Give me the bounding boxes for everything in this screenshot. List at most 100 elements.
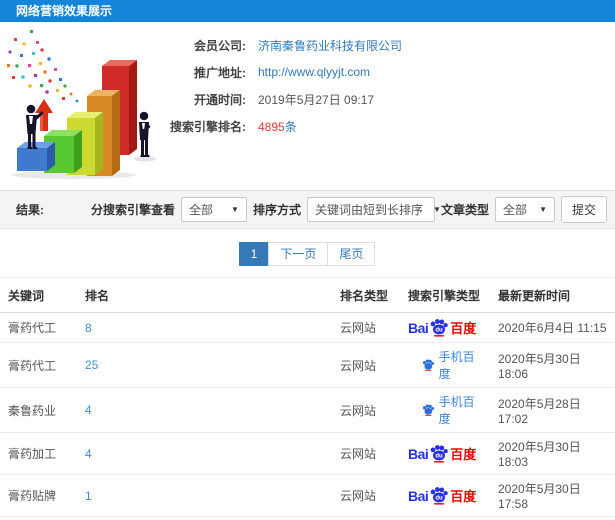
chevron-down-icon: ▼	[432, 205, 441, 214]
chevron-down-icon: ▼	[231, 205, 239, 214]
chevron-down-icon: ▼	[539, 205, 547, 214]
updated-time-cell: 2020年5月30日 18:06	[490, 342, 615, 388]
col-rank-type: 排名类型	[332, 277, 400, 313]
baidu-pc-logo: Bai du 百度	[408, 487, 477, 505]
engine-filter-label: 分搜索引擎查看	[90, 203, 175, 217]
svg-text:du: du	[436, 328, 444, 334]
pagination: 1 下一页 尾页	[0, 229, 615, 277]
page-1-button[interactable]: 1	[238, 242, 270, 266]
filter-bar: 结果: 分搜索引擎查看 全部 ▼ 排序方式 关键词由短到长排序 ▼ 文章类型 全…	[0, 190, 615, 229]
svg-text:du: du	[436, 496, 444, 502]
table-row: 膏药代工 8 云网站 Bai du 百度 2020年6月4日 11:15	[0, 312, 615, 343]
article-type-label: 文章类型	[440, 203, 489, 217]
updated-time-cell: 2020年5月28日 17:02	[490, 387, 615, 433]
updated-time-cell: 2020年5月30日 18:03	[490, 432, 615, 475]
sort-filter-value: 关键词由短到长排序	[314, 203, 423, 217]
baidu-mobile-logo: 手机百度	[422, 393, 482, 427]
keyword-cell: 膏药代工	[0, 312, 77, 343]
next-page-button[interactable]: 下一页	[268, 242, 329, 266]
engine-type-cell: 手机百度	[400, 516, 490, 520]
baidu-mobile-logo: 手机百度	[422, 348, 482, 382]
engine-filter-value: 全部	[188, 203, 213, 217]
result-label: 结果:	[16, 203, 44, 217]
col-keyword: 关键词	[0, 277, 77, 313]
rank-link[interactable]: 1	[77, 474, 332, 517]
baidu-pc-logo: Bai du 百度	[408, 445, 477, 463]
rank-type-cell: 云网站	[332, 432, 400, 475]
article-type-select[interactable]: 全部 ▼	[494, 197, 555, 222]
promotion-url-link[interactable]: http://www.qlyyjt.com	[258, 65, 370, 79]
rank-link[interactable]: 29	[77, 516, 332, 520]
rank-count-value: 4895条	[258, 118, 297, 135]
filter-controls: 分搜索引擎查看 全部 ▼ 排序方式 关键词由短到长排序 ▼ 文章类型 全部 ▼ …	[91, 196, 607, 223]
updated-time-cell: 2020年6月4日 11:15	[490, 312, 615, 343]
article-type-value: 全部	[502, 203, 527, 217]
businessman-right	[139, 111, 151, 157]
updated-time-cell: 2020年5月30日 17:58	[490, 474, 615, 517]
sort-filter-label: 排序方式	[252, 203, 301, 217]
opened-label: 开通时间:	[194, 92, 246, 107]
engine-filter-select[interactable]: 全部 ▼	[180, 197, 247, 222]
member-info-section: 会员公司: 济南秦鲁药业科技有限公司 推广地址: http://www.qlyy…	[0, 22, 615, 190]
rank-link[interactable]: 25	[77, 342, 332, 388]
sort-filter-select[interactable]: 关键词由短到长排序 ▼	[306, 197, 441, 222]
engine-type-cell: Bai du 百度	[400, 474, 490, 517]
baidu-paw-icon	[422, 359, 434, 371]
rank-type-cell: 云网站	[332, 342, 400, 388]
rank-type-cell: 云网站	[332, 474, 400, 517]
baidu-paw-icon: du	[430, 487, 449, 505]
baidu-paw-icon: du	[430, 319, 449, 337]
results-table-body: 膏药代工 8 云网站 Bai du 百度 2020年6月4日 11:15 膏药代…	[0, 312, 615, 520]
results-table: 关键词 排名 排名类型 搜索引擎类型 最新更新时间 膏药代工 8 云网站 Bai…	[0, 277, 615, 520]
engine-type-cell: Bai du 百度	[400, 432, 490, 475]
rank-type-cell: 云网站	[332, 387, 400, 433]
bar-chart-illustration	[2, 28, 172, 180]
info-row-url: 推广地址: http://www.qlyyjt.com	[158, 63, 402, 81]
table-row: 膏药贴牌 1 云网站 Bai du 百度 2020年5月30日 17:58	[0, 474, 615, 517]
col-rank: 排名	[77, 277, 332, 313]
svg-text:du: du	[436, 454, 444, 460]
rank-link[interactable]: 4	[77, 432, 332, 475]
table-row: 膏药加工 4 云网站 Bai du 百度 2020年5月30日 18:03	[0, 432, 615, 475]
baidu-paw-icon: du	[430, 445, 449, 463]
updated-time-cell: 2020年5月28日 16:55	[490, 516, 615, 520]
engine-type-cell: 手机百度	[400, 342, 490, 388]
info-row-rank-count: 搜索引擎排名: 4895条	[158, 117, 402, 135]
company-link[interactable]: 济南秦鲁药业科技有限公司	[258, 37, 402, 54]
rank-count-number: 4895	[258, 119, 285, 134]
opened-time-value: 2019年5月27日 09:17	[258, 92, 375, 107]
member-info-list: 会员公司: 济南秦鲁药业科技有限公司 推广地址: http://www.qlyy…	[158, 36, 402, 144]
table-row: 秦鲁药业 4 云网站 手机百度 2020年5月28日 17:02	[0, 387, 615, 433]
confetti-dots	[7, 30, 79, 103]
col-updated: 最新更新时间	[490, 277, 615, 313]
keyword-cell: 秦鲁药业	[0, 387, 77, 433]
page-header: 网络营销效果展示	[0, 0, 615, 22]
rank-type-cell: 云网站	[332, 516, 400, 520]
rank-link[interactable]: 4	[77, 387, 332, 433]
page-title: 网络营销效果展示	[16, 4, 113, 18]
table-header-row: 关键词 排名 排名类型 搜索引擎类型 最新更新时间	[0, 277, 615, 313]
growth-chart-image	[7, 30, 156, 179]
keyword-cell: 膏药代工	[0, 342, 77, 388]
baidu-paw-icon	[422, 404, 434, 416]
rank-count-label: 搜索引擎排名:	[170, 119, 246, 134]
col-engine-type: 搜索引擎类型	[400, 277, 490, 313]
rank-count-suffix: 条	[284, 119, 297, 134]
baidu-pc-logo: Bai du 百度	[408, 319, 477, 337]
bar-blue	[17, 142, 55, 171]
submit-button[interactable]: 提交	[560, 196, 607, 223]
url-label: 推广地址:	[194, 65, 246, 80]
table-row: 口罩贴牌 29 云网站 手机百度 2020年5月28日 16:55	[0, 516, 615, 520]
engine-type-cell: 手机百度	[400, 387, 490, 433]
info-row-opened: 开通时间: 2019年5月27日 09:17	[158, 90, 402, 108]
last-page-button[interactable]: 尾页	[327, 242, 376, 266]
company-label: 会员公司:	[194, 38, 246, 53]
info-row-company: 会员公司: 济南秦鲁药业科技有限公司	[158, 36, 402, 54]
rank-link[interactable]: 8	[77, 312, 332, 343]
keyword-cell: 膏药加工	[0, 432, 77, 475]
keyword-cell: 口罩贴牌	[0, 516, 77, 520]
keyword-cell: 膏药贴牌	[0, 474, 77, 517]
table-row: 膏药代工 25 云网站 手机百度 2020年5月30日 18:06	[0, 342, 615, 388]
engine-type-cell: Bai du 百度	[400, 312, 490, 343]
rank-type-cell: 云网站	[332, 312, 400, 343]
